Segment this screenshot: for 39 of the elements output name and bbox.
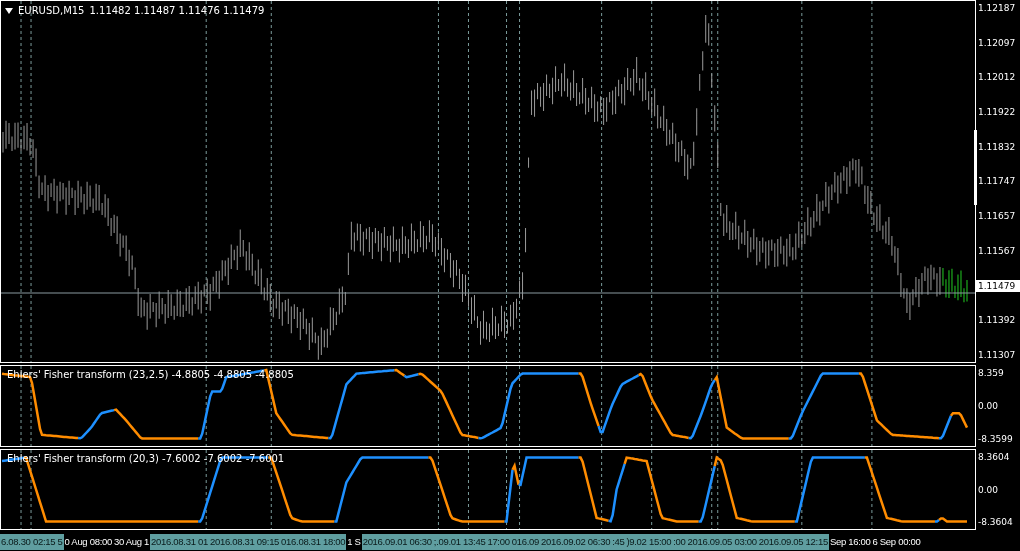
time-label: 2016.09.02 06:30 <box>539 533 612 550</box>
indicator-scale-label: -8.3604 <box>977 516 1014 528</box>
time-label: 2016.08.31 01 <box>150 533 209 550</box>
indicator-scale-label: 0.00 <box>977 400 1000 412</box>
time-label: 2016.09.05 03:00 <box>686 533 758 550</box>
price-label: 1.12012 <box>977 71 1017 84</box>
time-label: )9.02 15:00 <box>625 533 673 550</box>
time-label: 1 S <box>346 534 362 549</box>
price-label: 1.11307 <box>977 348 1017 361</box>
time-label: 17:00 <box>486 533 511 550</box>
indicator-scale-label: 8.359 <box>977 367 1005 379</box>
price-label: 1.11832 <box>977 140 1017 153</box>
time-label: 0 Aug 08:00 <box>63 534 113 549</box>
time-label: Sep 16:00 <box>828 534 872 549</box>
price-label: 1.11657 <box>977 210 1017 223</box>
time-label: 2016.09.05 12:15 <box>757 533 829 550</box>
time-label: :00 <box>672 533 687 550</box>
time-label: 2016.09.01 06:30 <box>361 533 433 550</box>
time-label: 6.08.30 02:15 5 <box>0 533 64 550</box>
price-label: 1.12097 <box>977 36 1017 49</box>
price-label: 1.11922 <box>977 106 1017 119</box>
ohlc-values: 1.11482 1.11487 1.11476 1.11479 <box>89 5 265 16</box>
indicator-scale-label: 8.3604 <box>977 451 1011 463</box>
symbol-label: EURUSD,M15 <box>18 5 85 16</box>
time-label: 016.09 <box>510 533 540 550</box>
price-label: 1.11747 <box>977 175 1017 188</box>
time-label: 016.08.31 18:00 <box>280 533 347 550</box>
price-label: 1.11392 <box>977 314 1017 327</box>
time-label: ;.09.01 13:45 <box>432 533 487 550</box>
price-label: 1.11567 <box>977 244 1017 257</box>
time-label: :45 <box>611 533 626 550</box>
time-label: 30 Aug 1 <box>112 534 151 549</box>
indicator-scale-label: 0.00 <box>977 483 1000 496</box>
indicator-scale-label: -8.3599 <box>977 433 1014 445</box>
time-label: 6 Sep 00:00 <box>871 534 922 549</box>
current-price-label: 1.11479 <box>976 279 1020 292</box>
price-label: 1.12187 <box>977 2 1017 14</box>
dropdown-icon[interactable] <box>5 7 13 14</box>
time-label: 2016.08.31 09:15 <box>208 533 281 550</box>
